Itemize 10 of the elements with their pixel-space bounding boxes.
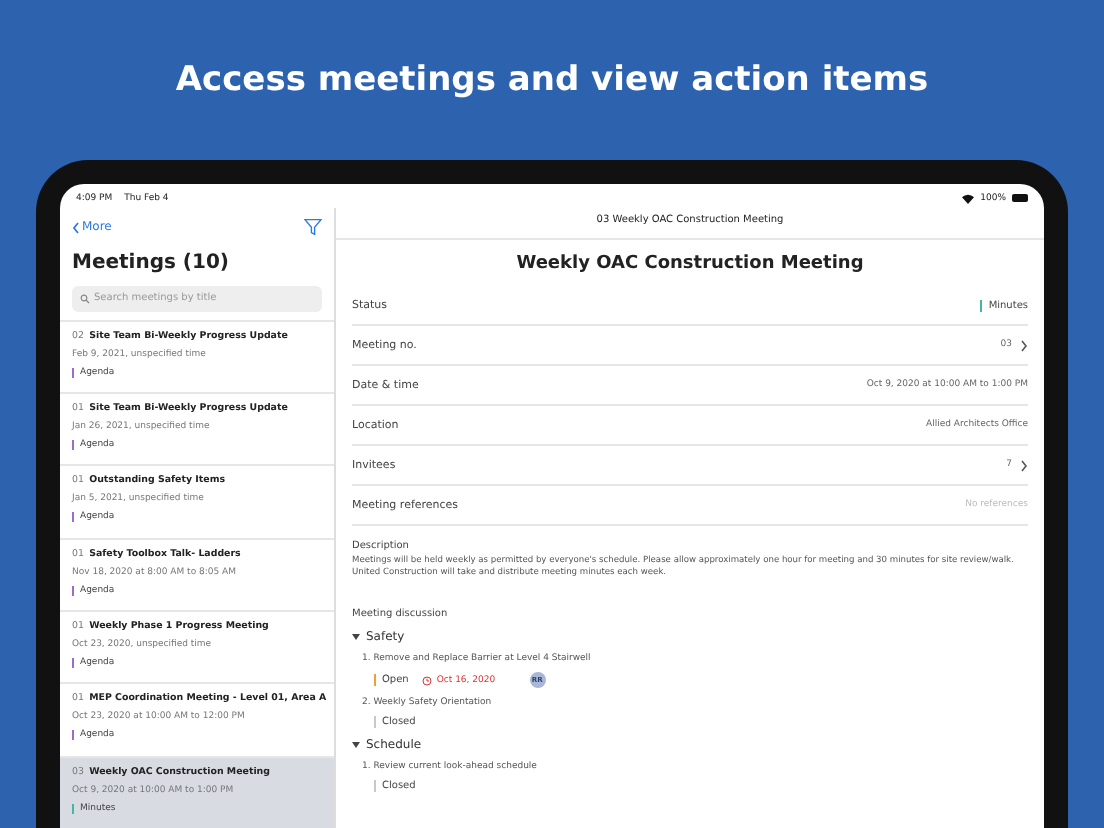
chevron-left-icon [72,221,80,234]
list-title: Meetings (10) [72,251,231,273]
clock-icon [422,675,433,685]
chevron-right-icon [1020,459,1028,471]
chevron-right-icon [1020,339,1028,351]
headline: Access meetings and view action items [173,58,931,104]
meeting-heading: Weekly OAC Construction Meeting [514,254,866,274]
battery-icon [1012,194,1028,202]
wifi-icon [962,193,975,203]
filter-icon[interactable] [304,218,322,237]
